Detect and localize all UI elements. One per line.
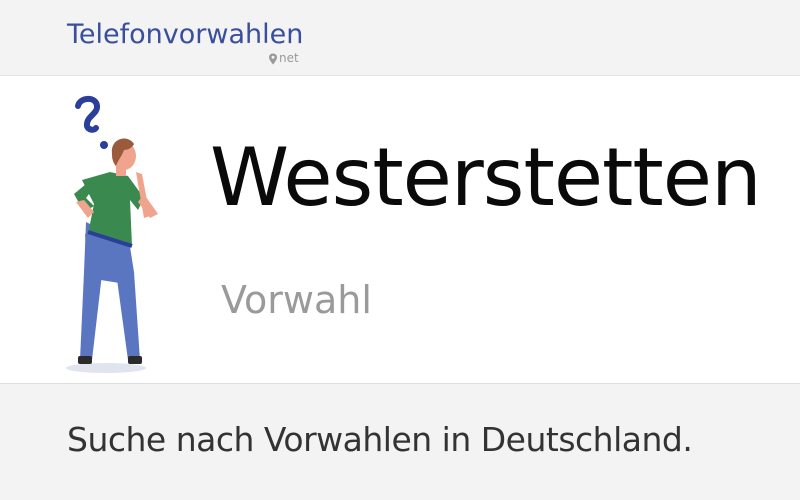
site-logo-link[interactable]: Telefonvorwahlen net [67,18,327,70]
hero-section: Westerstetten Vorwahl [0,76,800,384]
location-pin-icon [269,53,277,65]
site-header: Telefonvorwahlen net [0,0,800,76]
thinking-person-illustration [66,95,158,373]
logo-text: Telefonvorwahlen [67,19,304,50]
search-heading: Suche nach Vorwahlen in Deutschland. [67,420,693,459]
question-mark-icon [75,95,108,149]
page-subtitle: Vorwahl [221,278,372,322]
page-title: Westerstetten [210,131,762,224]
logo-suffix: net [279,51,299,65]
